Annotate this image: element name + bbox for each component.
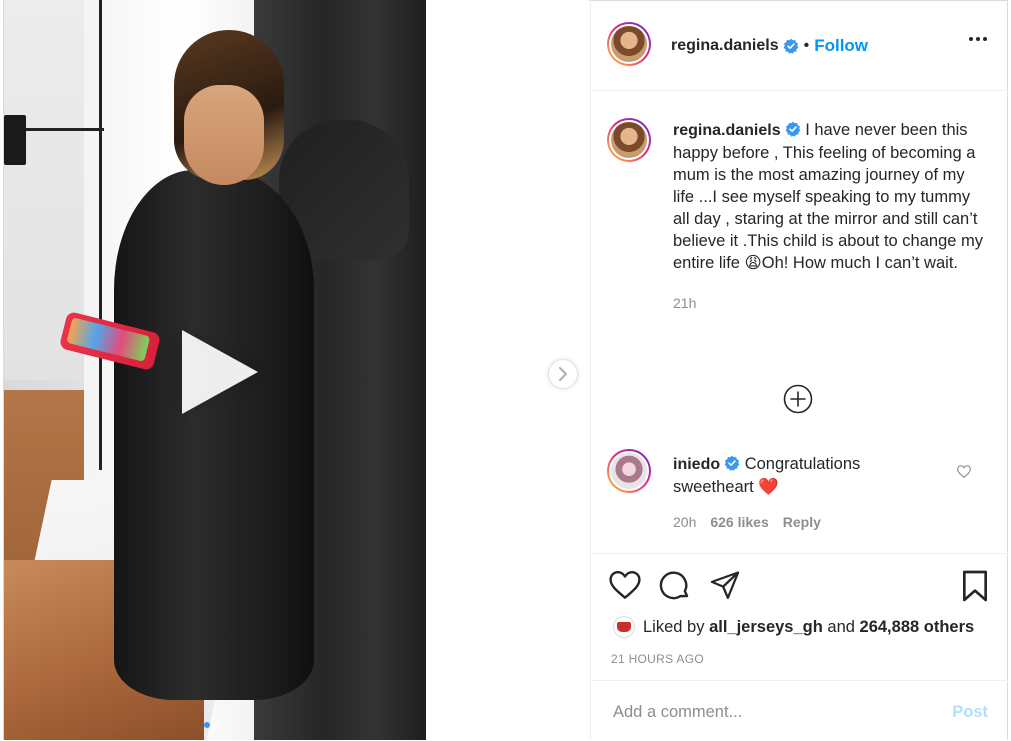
chevron-right-icon bbox=[559, 367, 567, 381]
person-figure bbox=[114, 170, 314, 700]
next-media-button[interactable] bbox=[548, 359, 578, 389]
heart-icon[interactable] bbox=[609, 570, 641, 600]
post-actions: Liked by all_jerseys_gh and 264,888 othe… bbox=[591, 553, 1008, 681]
comment-avatar[interactable] bbox=[607, 449, 651, 493]
header-username[interactable]: regina.daniels bbox=[671, 37, 779, 55]
follow-button[interactable]: Follow bbox=[814, 36, 868, 56]
comment-like-heart-icon[interactable] bbox=[957, 465, 971, 478]
post-comment-button[interactable]: Post bbox=[952, 703, 988, 722]
share-icon[interactable] bbox=[709, 570, 741, 600]
comment-timestamp[interactable]: 20h bbox=[673, 514, 696, 530]
post-side-panel: regina.daniels • Follow regina.daniels I… bbox=[590, 0, 1008, 740]
verified-icon bbox=[785, 121, 800, 137]
caption-timestamp: 21h bbox=[673, 295, 697, 311]
post-timestamp[interactable]: 21 HOURS AGO bbox=[611, 652, 704, 666]
comment-icon[interactable] bbox=[659, 570, 691, 602]
verified-icon bbox=[724, 455, 740, 471]
comment-composer: Post bbox=[591, 680, 1008, 741]
caption-username[interactable]: regina.daniels bbox=[673, 122, 781, 139]
comment-reply-button[interactable]: Reply bbox=[783, 514, 821, 530]
studio-light bbox=[4, 115, 26, 165]
bookmark-icon[interactable] bbox=[961, 570, 989, 602]
weary-face-emoji: 😩 bbox=[744, 254, 762, 272]
add-circle-icon[interactable] bbox=[783, 384, 813, 414]
heart-emoji: ❤️ bbox=[758, 478, 779, 496]
carousel-dots bbox=[204, 722, 220, 728]
likes-summary: Liked by all_jerseys_gh and 264,888 othe… bbox=[613, 616, 974, 638]
comment-likes-count[interactable]: 626 likes bbox=[710, 514, 768, 530]
likes-others-count[interactable]: 264,888 others bbox=[860, 618, 975, 636]
comment-meta: 20h 626 likes Reply bbox=[673, 514, 821, 530]
caption-text: I have never been this happy before , Th… bbox=[673, 121, 983, 272]
carousel-dot bbox=[214, 722, 220, 728]
post-header: regina.daniels • Follow bbox=[591, 0, 1008, 91]
post-caption: regina.daniels I have never been this ha… bbox=[673, 119, 983, 314]
verified-icon bbox=[783, 38, 798, 54]
comment-username[interactable]: iniedo bbox=[673, 456, 720, 473]
carousel-dot-active bbox=[204, 722, 210, 728]
comment-input[interactable] bbox=[611, 698, 935, 726]
video-player[interactable] bbox=[4, 0, 426, 740]
comment-body: iniedo Congratulations sweetheart ❤️ bbox=[673, 453, 913, 498]
caption-avatar[interactable] bbox=[607, 118, 651, 162]
avatar[interactable] bbox=[607, 22, 651, 66]
likes-and: and bbox=[827, 617, 855, 636]
liker-avatar[interactable] bbox=[613, 616, 635, 638]
post-media bbox=[4, 0, 589, 740]
liker-username[interactable]: all_jerseys_gh bbox=[709, 618, 823, 636]
more-icon[interactable] bbox=[968, 36, 988, 42]
caption-text-end: Oh! How much I can’t wait. bbox=[761, 254, 958, 272]
play-icon[interactable] bbox=[182, 330, 258, 414]
likes-prefix: Liked by bbox=[643, 617, 705, 636]
